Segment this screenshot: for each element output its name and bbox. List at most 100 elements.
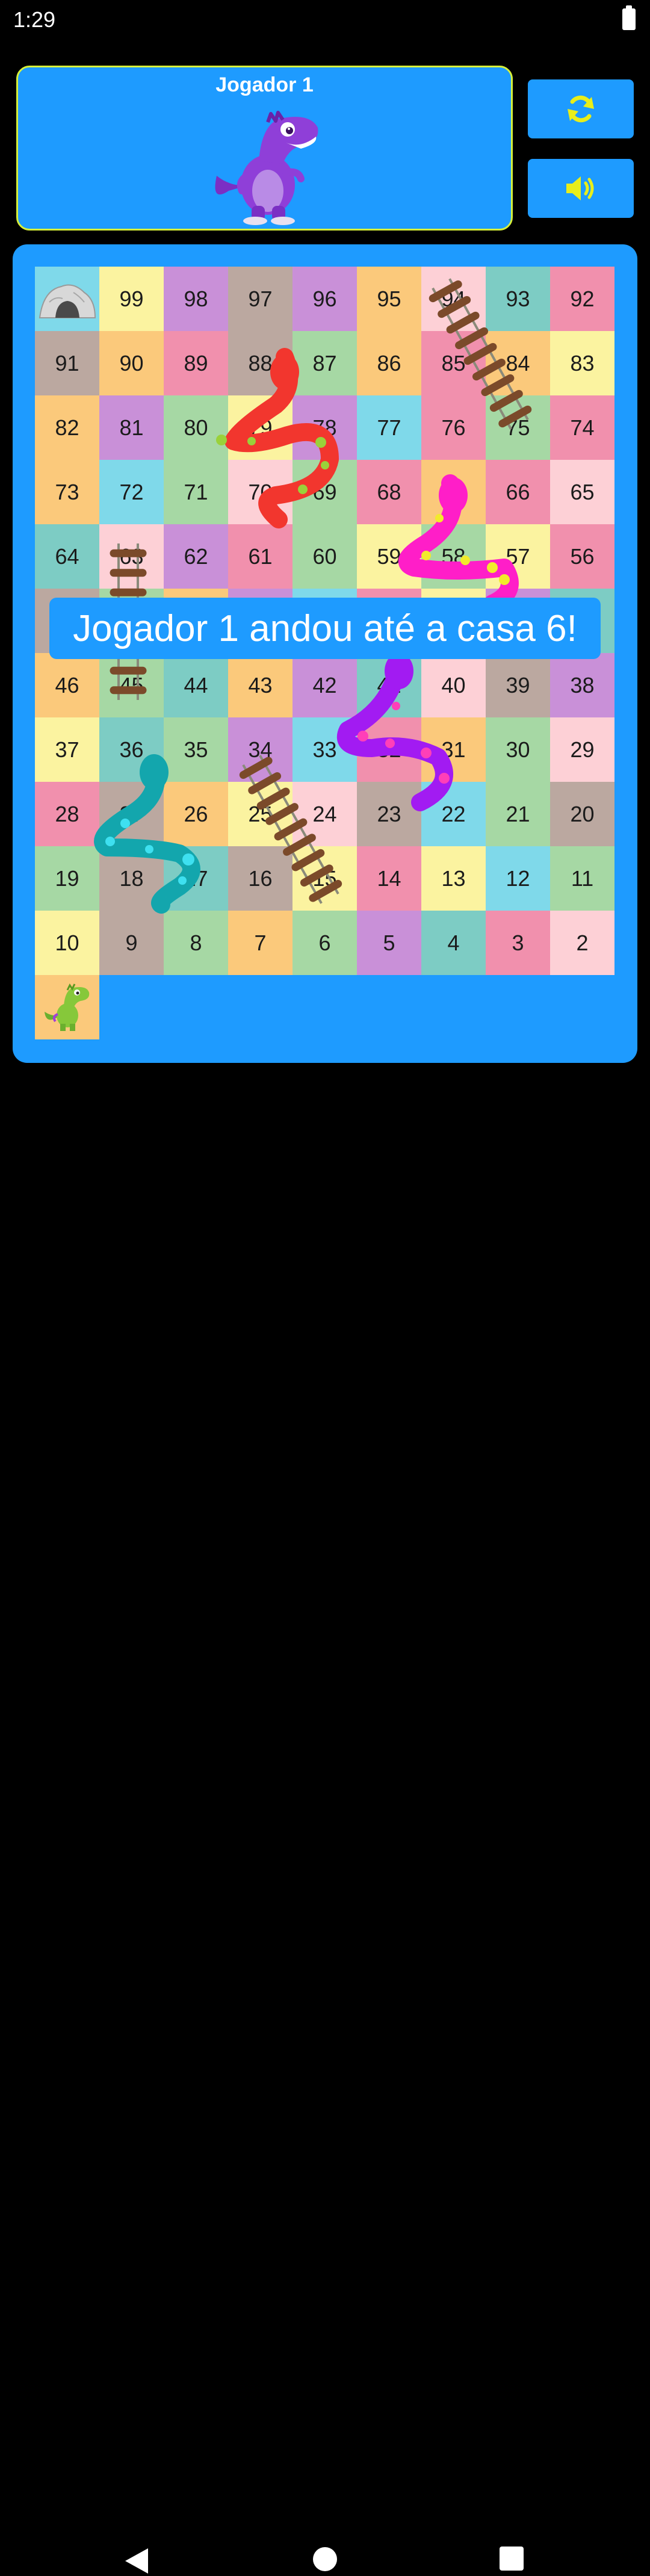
cell-number: 24 [312,801,337,826]
back-icon[interactable] [123,2546,152,2576]
cell-number: 56 [570,543,595,569]
board-cell-75: 75 [486,395,550,460]
cell-number: 43 [248,672,273,698]
cell-number: 85 [441,350,466,376]
board-cell-64: 64 [35,524,99,589]
cell-number: 83 [570,350,595,376]
cell-number: 40 [441,672,466,698]
cell-number: 73 [55,479,79,504]
board-cell-32: 32 [357,717,421,782]
cell-number: 79 [248,415,273,440]
cell-number: 7 [254,930,267,955]
cell-number: 30 [506,737,530,762]
cell-number: 67 [441,479,466,504]
board-cell-91: 91 [35,331,99,395]
cell-number: 33 [312,737,337,762]
cell-number: 17 [184,865,208,891]
board-cell-13: 13 [421,846,486,911]
board-cell-27: 27 [99,782,164,846]
cell-number: 10 [55,930,79,955]
cell-number: 90 [119,350,144,376]
cell-number: 91 [55,350,79,376]
cell-number: 12 [506,865,530,891]
board-cell-29: 29 [550,717,614,782]
home-icon[interactable] [312,2546,338,2572]
board-cell-8: 8 [164,911,228,975]
cell-number: 70 [248,479,273,504]
status-bar: 1:29 [0,0,650,40]
board-cell-25: 25 [228,782,292,846]
cell-number: 21 [506,801,530,826]
board-cell-99: 99 [99,267,164,331]
board-cell-35: 35 [164,717,228,782]
cell-number: 22 [441,801,466,826]
cell-number: 32 [377,737,401,762]
navigation-bar [0,1264,650,2574]
cell-number: 93 [506,286,530,311]
cell-number: 14 [377,865,401,891]
board-cell-87: 87 [292,331,357,395]
board-cell-39: 39 [486,653,550,717]
cell-number: 34 [248,737,273,762]
board-cell-95: 95 [357,267,421,331]
board-cell-97: 97 [228,267,292,331]
board-cell-79: 79 [228,395,292,460]
player-title: Jogador 1 [215,73,314,96]
cell-number: 68 [377,479,401,504]
cell-number: 23 [377,801,401,826]
cell-number: 19 [55,865,79,891]
board-cell-5: 5 [357,911,421,975]
board-cell-26: 26 [164,782,228,846]
board-cell-36: 36 [99,717,164,782]
board-cell-69: 69 [292,460,357,524]
board-cell-44: 44 [164,653,228,717]
cell-number: 71 [184,479,208,504]
board-cell-7: 7 [228,911,292,975]
board-cell-31: 31 [421,717,486,782]
board-cell-19: 19 [35,846,99,911]
board-cell-92: 92 [550,267,614,331]
cell-number: 80 [184,415,208,440]
board-cell-60: 60 [292,524,357,589]
cell-number: 89 [184,350,208,376]
board-cell-45: 45 [99,653,164,717]
cell-number: 58 [441,543,466,569]
board-cell-28: 28 [35,782,99,846]
cell-number: 15 [312,865,337,891]
board-cell-3: 3 [486,911,550,975]
board-cell-65: 65 [550,460,614,524]
cell-number: 25 [248,801,273,826]
cell-number: 72 [119,479,144,504]
board-cell-58: 58 [421,524,486,589]
refresh-icon [568,95,594,123]
board-cell-10: 10 [35,911,99,975]
board-cell-41: 41 [357,653,421,717]
player-panel: Jogador 1 [16,66,513,231]
board-cell-40: 40 [421,653,486,717]
board-cell-43: 43 [228,653,292,717]
board-cell-94: 94 [421,267,486,331]
recents-icon[interactable] [499,2546,524,2571]
board-cell-86: 86 [357,331,421,395]
board-cell-85: 85 [421,331,486,395]
cell-number: 45 [119,672,144,698]
battery-icon [622,5,636,30]
board-cell-59: 59 [357,524,421,589]
cell-number: 26 [184,801,208,826]
cell-number: 11 [571,865,594,891]
cell-number: 69 [312,479,337,504]
cell-number: 78 [312,415,337,440]
sound-button[interactable] [528,159,634,218]
restart-button[interactable] [528,79,634,138]
cell-number: 65 [570,479,595,504]
cell-number: 38 [570,672,595,698]
board-cell-37: 37 [35,717,99,782]
cell-number: 61 [248,543,273,569]
cell-number: 4 [447,930,460,955]
board-cell-22: 22 [421,782,486,846]
cave-icon [39,284,96,318]
board-cell-24: 24 [292,782,357,846]
cell-number: 88 [248,350,273,376]
board-cell-9: 9 [99,911,164,975]
cell-number: 94 [441,286,466,311]
